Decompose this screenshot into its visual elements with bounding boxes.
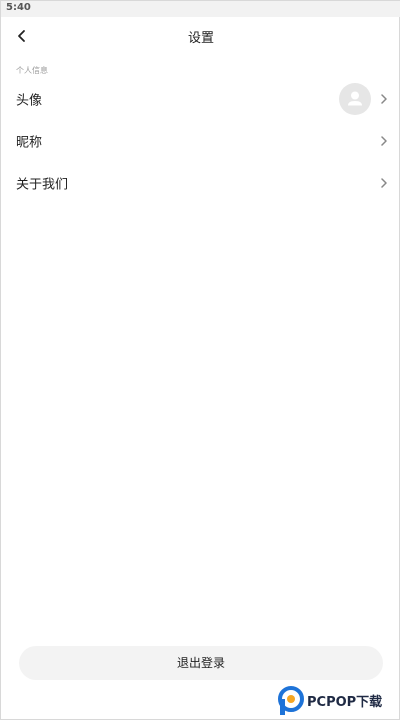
watermark: PCPOP下载	[277, 685, 399, 717]
screen-frame: 5:40 设置 个人信息 头像 昵称 关于我们 退出登录 PCPOP下载	[0, 0, 400, 720]
pcpop-logo-icon	[278, 686, 304, 715]
settings-row-about-us[interactable]: 关于我们	[1, 162, 400, 204]
user-icon	[348, 91, 362, 106]
watermark-text: PCPOP下载	[307, 695, 383, 710]
page-title: 设置	[187, 31, 214, 46]
avatar[interactable]	[339, 83, 371, 115]
section-label-personal-info: 个人信息	[16, 66, 48, 75]
settings-row-nickname[interactable]: 昵称	[1, 120, 400, 162]
nav-bar: 设置	[1, 17, 400, 55]
chevron-right-icon	[381, 94, 387, 104]
row-label: 昵称	[16, 135, 43, 151]
settings-row-avatar[interactable]: 头像	[1, 78, 400, 120]
status-bar: 5:40	[1, 1, 400, 17]
chevron-right-icon	[381, 178, 387, 188]
status-time: 5:40	[6, 2, 31, 13]
row-label: 头像	[16, 93, 43, 109]
chevron-right-icon	[381, 136, 387, 146]
row-label: 关于我们	[16, 177, 69, 193]
logout-button[interactable]: 退出登录	[19, 646, 383, 680]
